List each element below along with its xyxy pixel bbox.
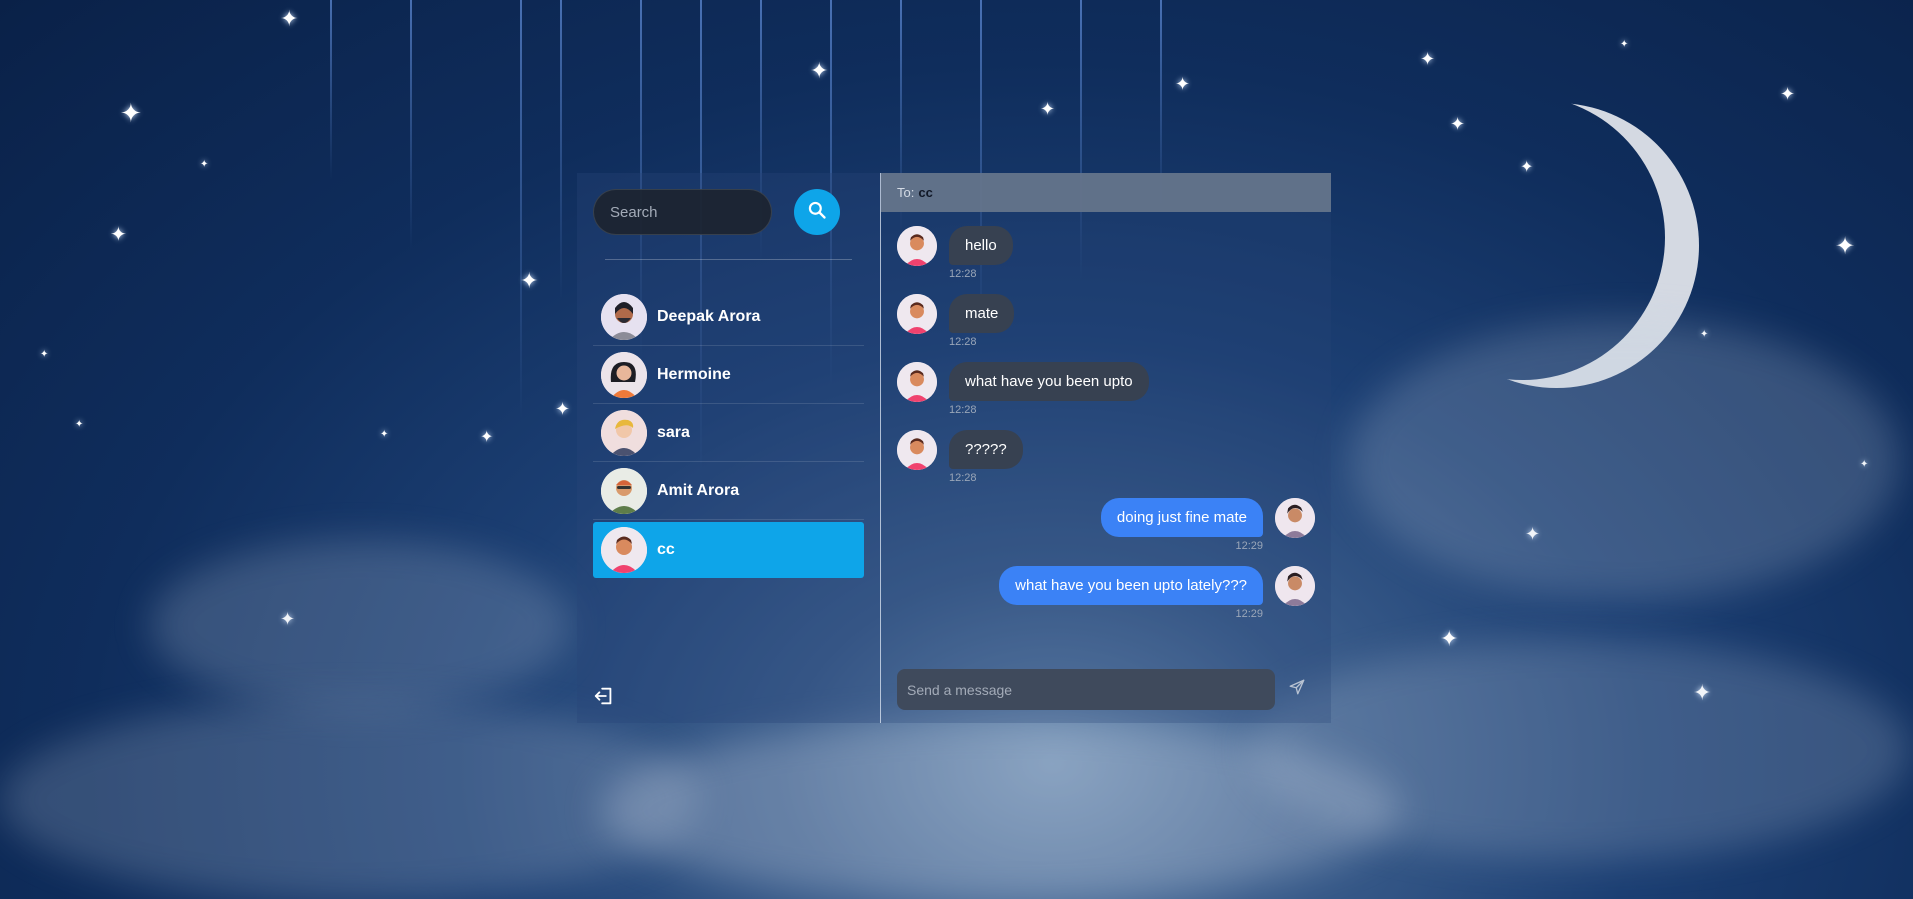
message-bubble: what have you been upto lately???	[999, 566, 1263, 605]
avatar	[601, 527, 647, 573]
message-incoming: hello 12:28	[897, 226, 1315, 280]
message-outgoing: what have you been upto lately??? 12:29	[897, 566, 1315, 620]
search-row	[593, 189, 864, 235]
sender-avatar	[897, 226, 937, 266]
message-incoming: what have you been upto 12:28	[897, 362, 1315, 416]
message-time: 12:29	[1235, 540, 1263, 552]
message-input[interactable]	[897, 669, 1275, 710]
contact-item[interactable]: Deepak Arora	[593, 288, 864, 346]
contact-name: Hermoine	[657, 365, 731, 383]
contact-name: cc	[657, 541, 675, 558]
message-incoming: mate 12:28	[897, 294, 1315, 348]
message-outgoing: doing just fine mate 12:29	[897, 498, 1315, 552]
avatar	[601, 409, 647, 456]
sender-avatar	[897, 294, 937, 334]
contact-name: Amit Arora	[657, 481, 740, 499]
message-bubble: doing just fine mate	[1100, 498, 1263, 537]
contact-item[interactable]: Amit Arora	[593, 462, 864, 520]
contact-item[interactable]: Hermoine	[593, 346, 864, 404]
conversation-panel: To: cc hello 12:28 mate 12:28 what have …	[881, 173, 1331, 723]
send-icon	[1288, 678, 1306, 701]
sidebar: Deepak Arora Hermoine sara Amit Arora	[577, 173, 880, 723]
contact-name: Deepak Arora	[657, 307, 761, 325]
message-time: 12:28	[949, 404, 977, 416]
recipient-bar: To: cc	[881, 173, 1331, 212]
avatar	[601, 467, 647, 514]
sidebar-divider	[605, 259, 852, 260]
contact-item[interactable]: sara	[593, 404, 864, 462]
logout-button[interactable]	[593, 685, 615, 707]
search-icon	[807, 200, 827, 225]
message-time: 12:28	[949, 336, 977, 348]
own-avatar	[1275, 566, 1315, 606]
contact-list: Deepak Arora Hermoine sara Amit Arora cc	[593, 288, 864, 578]
message-time: 12:29	[1235, 608, 1263, 620]
chat-window: Deepak Arora Hermoine sara Amit Arora	[577, 173, 1331, 723]
sender-avatar	[897, 362, 937, 402]
message-incoming: ????? 12:28	[897, 430, 1315, 484]
search-button[interactable]	[794, 189, 840, 235]
message-time: 12:28	[949, 472, 977, 484]
message-time: 12:28	[949, 268, 977, 280]
to-label: To:	[897, 185, 915, 200]
avatar	[601, 351, 647, 398]
message-bubble: hello	[949, 226, 1013, 265]
sender-avatar	[897, 430, 937, 470]
avatar	[601, 293, 647, 340]
message-bubble: ?????	[949, 430, 1023, 469]
message-list: hello 12:28 mate 12:28 what have you bee…	[881, 212, 1331, 620]
logout-icon	[593, 687, 615, 711]
message-composer	[897, 669, 1315, 710]
own-avatar	[1275, 498, 1315, 538]
contact-item-selected[interactable]: cc	[593, 522, 864, 578]
recipient-name: cc	[918, 185, 933, 200]
contact-name: sara	[657, 423, 690, 441]
search-input[interactable]	[593, 189, 772, 235]
message-bubble: mate	[949, 294, 1015, 333]
message-bubble: what have you been upto	[949, 362, 1149, 401]
send-button[interactable]	[1285, 678, 1309, 702]
